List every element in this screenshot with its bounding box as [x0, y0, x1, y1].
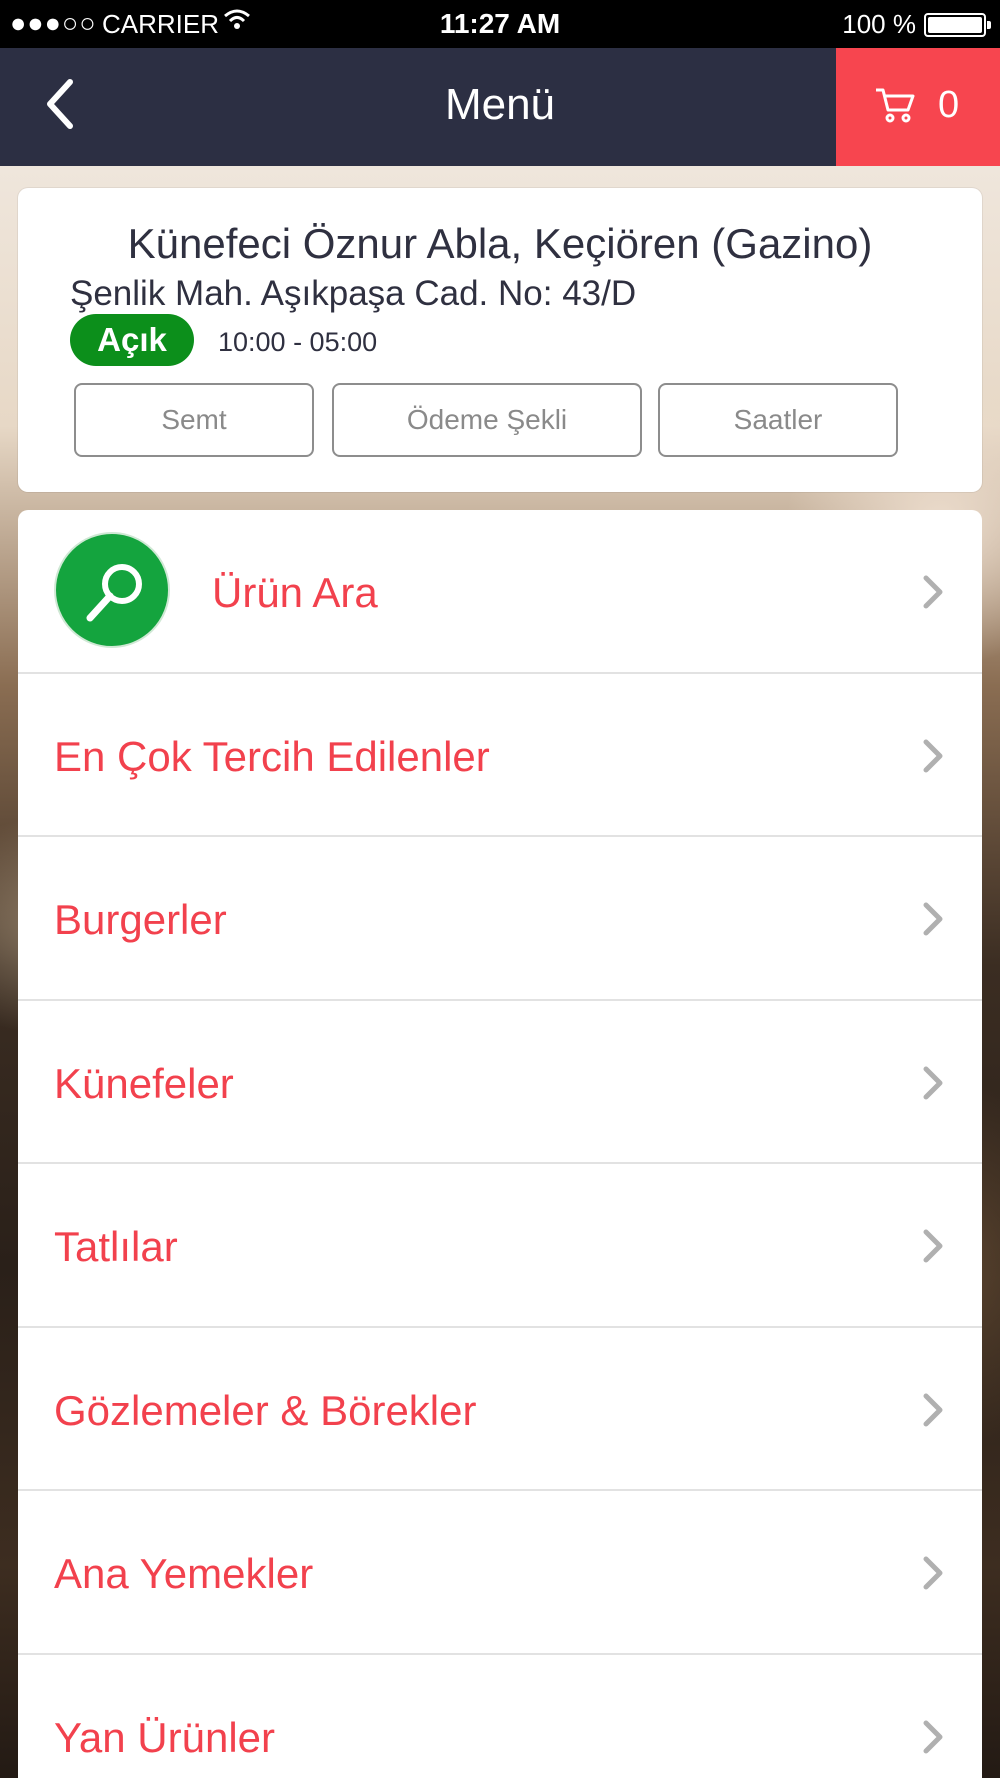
chevron-right-icon [923, 575, 943, 609]
chevron-right-icon [923, 1556, 943, 1590]
opening-hours: 10:00 - 05:00 [218, 327, 378, 357]
category-row-most-preferred[interactable]: En Çok Tercih Edilenler [18, 674, 982, 837]
category-label: Gözlemeler & Börekler [54, 1386, 477, 1434]
magnifier-icon [86, 564, 142, 622]
restaurant-name: Künefeci Öznur Abla, Keçiören (Gazino) [127, 220, 873, 267]
chevron-right-icon [923, 739, 943, 772]
hours-button[interactable]: Saatler [658, 383, 898, 457]
chevron-right-icon [923, 1066, 943, 1099]
product-search-label: Ürün Ara [212, 569, 378, 616]
category-label: Burgerler [54, 896, 227, 943]
category-row-main-dishes[interactable]: Ana Yemekler [18, 1491, 982, 1655]
chevron-right-icon [923, 1229, 943, 1263]
category-label: Yan Ürünler [54, 1713, 275, 1761]
shopping-cart-icon [874, 86, 916, 129]
battery-percent: 100 % [842, 9, 916, 39]
category-row-burgers[interactable]: Burgerler [18, 837, 982, 1001]
category-row-side-products[interactable]: Yan Ürünler [18, 1655, 982, 1778]
category-row-gozleme-borek[interactable]: Gözlemeler & Börekler [18, 1328, 982, 1491]
restaurant-address: Şenlik Mah. Aşıkpaşa Cad. No: 43/D [70, 274, 637, 313]
battery-icon [924, 13, 991, 37]
menu-category-list: Ürün Ara En Çok Tercih Edilenler Burgerl… [18, 510, 982, 1778]
cart-count: 0 [938, 84, 960, 126]
category-row-kunefe[interactable]: Künefeler [18, 1001, 982, 1164]
district-button[interactable]: Semt [74, 383, 314, 457]
product-search-row[interactable]: Ürün Ara [18, 510, 982, 674]
category-label: Künefeler [54, 1059, 234, 1107]
chevron-right-icon [923, 902, 943, 936]
navigation-bar: Menü 0 [0, 48, 1000, 166]
search-icon-circle [54, 532, 170, 648]
payment-method-button[interactable]: Ödeme Şekli [332, 383, 642, 457]
category-label: En Çok Tercih Edilenler [54, 732, 490, 780]
open-status-badge: Açık [70, 314, 194, 366]
chevron-right-icon [923, 1720, 943, 1753]
category-label: Ana Yemekler [54, 1550, 314, 1597]
restaurant-info-card: Künefeci Öznur Abla, Keçiören (Gazino) Ş… [18, 188, 982, 492]
status-bar: ●●●○○ CARRIER 11:27 AM 100 % [0, 0, 1000, 48]
category-label: Tatlılar [54, 1223, 178, 1270]
chevron-right-icon [923, 1393, 943, 1426]
category-row-desserts[interactable]: Tatlılar [18, 1164, 982, 1328]
cart-button[interactable]: 0 [836, 48, 1000, 166]
